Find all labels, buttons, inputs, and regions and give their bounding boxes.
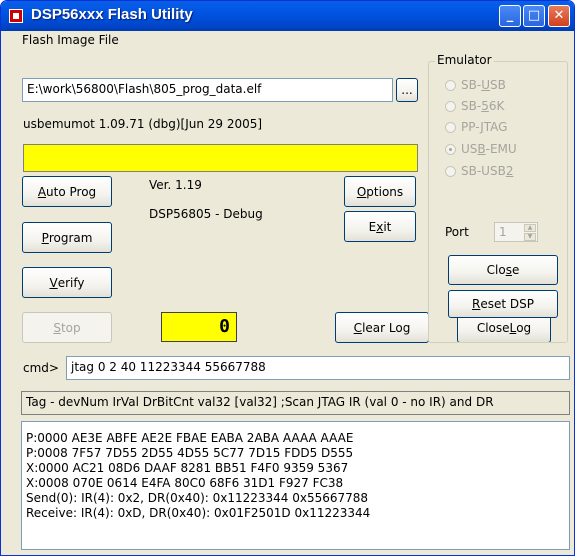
spin-down-icon[interactable]: ▼: [524, 233, 536, 241]
browse-button[interactable]: ...: [396, 78, 418, 102]
maximize-button[interactable]: □: [523, 5, 545, 27]
log-line: X:0008 070E 0614 E4FA 80C0 68F6 31D1 F92…: [26, 476, 344, 490]
reset-dsp-button[interactable]: Reset DSP: [448, 290, 558, 318]
radio-pp-jtag[interactable]: PP-JTAG: [445, 120, 574, 136]
options-button[interactable]: Options: [344, 176, 416, 207]
radio-icon: [445, 122, 456, 133]
spin-up-icon[interactable]: ▲: [524, 224, 536, 232]
app-window: DSP56xxx Flash Utility _ □ ✕ Flash Image…: [0, 0, 575, 556]
log-output[interactable]: P:0000 AE3E ABFE AE2E FBAE EABA 2ABA AAA…: [21, 421, 570, 550]
close-window-button[interactable]: ✕: [548, 5, 570, 27]
cmd-prompt-label: cmd>: [23, 361, 59, 375]
driver-version-text: usbemumot 1.09.71 (dbg)[Jun 29 2005]: [23, 117, 263, 131]
progress-bar: [23, 144, 418, 172]
window-title: DSP56xxx Flash Utility: [31, 6, 193, 23]
close-button[interactable]: Clo s e: [448, 255, 558, 285]
radio-sb-56k[interactable]: SB-56K: [445, 99, 574, 115]
log-line: X:0000 AC21 08D6 DAAF 8281 BB51 F4F0 935…: [26, 461, 349, 475]
radio-sb-usb2[interactable]: SB-USB2: [445, 164, 574, 180]
minimize-button[interactable]: _: [499, 5, 521, 27]
stop-button[interactable]: Stop: [22, 312, 112, 343]
program-counter: 0: [161, 312, 237, 342]
radio-icon: [445, 101, 456, 112]
flash-image-label: Flash Image File: [22, 33, 119, 47]
radio-selected-icon: [445, 144, 456, 155]
command-help-text: Tag - devNum IrVal DrBitCnt val32 [val32…: [21, 391, 570, 415]
log-line: P:0008 7F57 7D55 2D55 4D55 5C77 7D15 FDD…: [26, 446, 354, 460]
radio-icon: [445, 166, 456, 177]
log-line: Receive: IR(4): 0xD, DR(0x40): 0x01F2501…: [26, 506, 371, 520]
target-text: DSP56805 - Debug: [149, 207, 263, 221]
clear-log-button[interactable]: Clear Log: [335, 312, 429, 343]
port-spinner[interactable]: 1 ▲ ▼: [494, 222, 538, 242]
log-line: P:0000 AE3E ABFE AE2E FBAE EABA 2ABA AAA…: [26, 431, 354, 445]
title-bar[interactable]: DSP56xxx Flash Utility _ □ ✕: [1, 1, 574, 31]
flash-image-path-input[interactable]: E:\work\56800\Flash\805_prog_data.elf: [22, 78, 393, 102]
port-label: Port: [445, 225, 469, 239]
log-line: Send(0): IR(4): 0x2, DR(0x40): 0x1122334…: [26, 491, 369, 505]
emulator-group-label: Emulator: [435, 53, 494, 67]
radio-sb-usb[interactable]: SB-USB: [445, 78, 574, 94]
port-value: 1: [499, 225, 507, 239]
radio-usb-emu[interactable]: USB-EMU: [445, 142, 574, 158]
auto-prog-button[interactable]: Auto Prog: [22, 176, 112, 207]
cmd-input[interactable]: jtag 0 2 40 11223344 55667788: [66, 356, 570, 380]
version-text: Ver. 1.19: [149, 178, 202, 192]
program-button[interactable]: Program: [22, 222, 112, 253]
verify-button[interactable]: Verify: [22, 267, 112, 298]
app-icon[interactable]: [9, 9, 23, 23]
exit-button[interactable]: Ex it: [344, 211, 416, 242]
radio-icon: [445, 80, 456, 91]
